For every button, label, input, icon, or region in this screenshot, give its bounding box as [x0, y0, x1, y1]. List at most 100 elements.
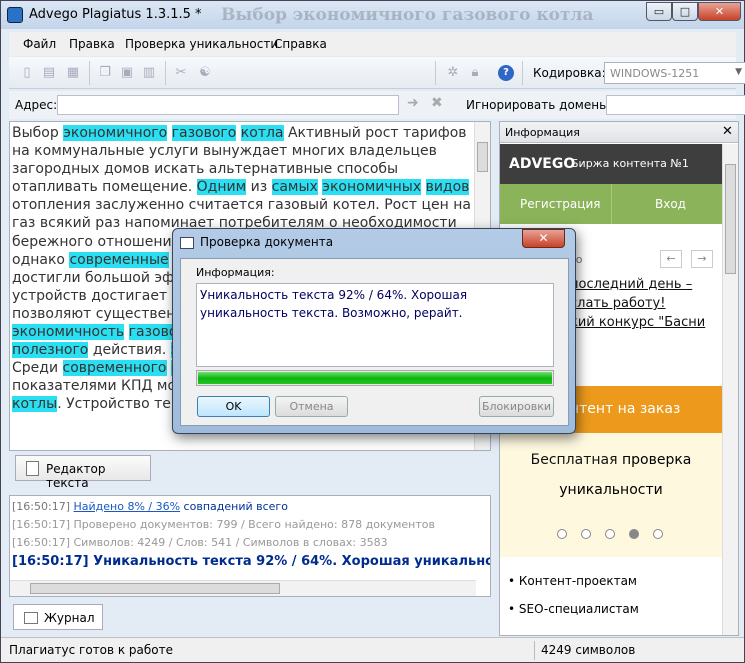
ignore-domains-label: Игнорировать домены: — [466, 98, 613, 112]
import-icon[interactable]: ▦ — [65, 65, 81, 81]
menu-check[interactable]: Проверка уникальности — [125, 37, 278, 51]
maximize-button[interactable]: □ — [672, 2, 698, 21]
log-line: [16:50:17] Уникальность текста 92% / 64%… — [12, 554, 490, 569]
prev-arrow-icon[interactable]: ← — [660, 250, 682, 268]
status-bar: Плагиатус готов к работе 4249 символов — [1, 637, 744, 662]
log-text: Проверено документов: 799 / Всего найден… — [73, 518, 435, 531]
info-vscrollbar[interactable] — [722, 144, 738, 635]
document-icon — [26, 461, 39, 476]
highlighted-word: газового — [171, 125, 237, 141]
ok-button[interactable]: OK — [197, 396, 270, 417]
check-dialog: Проверка документа ✕ Информация: Уникаль… — [172, 228, 576, 434]
bullet-item[interactable]: • Контент-проектам — [508, 574, 637, 588]
advego-tagline: Биржа контента №1 — [571, 157, 689, 170]
info-close-icon[interactable]: ✕ — [722, 124, 733, 139]
advego-banner[interactable]: ADVEGO Биржа контента №1 — [500, 144, 722, 184]
status-text: Плагиатус готов к работе — [9, 643, 174, 657]
menu-help[interactable]: Справка — [274, 37, 327, 51]
char-count: 4249 символов — [541, 643, 636, 657]
toolbar-separator — [89, 61, 90, 85]
carousel-dot-active[interactable] — [629, 529, 639, 539]
next-arrow-icon[interactable]: → — [691, 250, 713, 268]
new-file-icon[interactable]: ▯ — [19, 65, 35, 81]
cancel-button[interactable]: Отмена — [275, 396, 348, 417]
help-icon[interactable]: ? — [498, 65, 514, 81]
carousel-dot[interactable] — [653, 529, 663, 539]
address-label: Адрес: — [15, 98, 58, 112]
bullet-item[interactable]: • SEO-специалистам — [508, 602, 639, 616]
minimize-button[interactable]: ▭ — [646, 2, 672, 21]
scroll-thumb[interactable] — [477, 142, 488, 172]
bullet-label: SEO-специалистам — [518, 602, 639, 616]
login-link[interactable]: Вход — [655, 197, 686, 211]
scroll-thumb[interactable] — [30, 583, 280, 594]
copy-icon[interactable]: ❐ — [97, 65, 113, 81]
log-text: Символов: 4249 / Слов: 541 / Символов в … — [73, 536, 388, 549]
log-timestamp: [16:50:17] — [12, 536, 70, 549]
carousel-dot[interactable] — [605, 529, 615, 539]
news-link[interactable]: последний день – — [570, 277, 692, 292]
close-button[interactable]: ✕ — [698, 2, 741, 21]
text-segment: Выбор — [12, 125, 64, 141]
progress-fill — [198, 372, 552, 384]
paste-plain-icon[interactable]: ▥ — [141, 65, 157, 81]
tab-log[interactable]: Журнал — [13, 604, 103, 630]
highlighted-word: экономичных — [322, 179, 422, 196]
toolbar-separator — [522, 61, 523, 85]
dialog-body: Информация: Уникальность текста 92% / 64… — [180, 258, 569, 426]
register-link[interactable]: Регистрация — [520, 197, 600, 211]
check-title: Бесплатная проверка — [500, 445, 722, 475]
carousel-dot[interactable] — [581, 529, 591, 539]
dialog-info-label: Информация: — [196, 266, 275, 279]
menu-file[interactable]: Файл — [23, 37, 56, 51]
dialog-message[interactable]: Уникальность текста 92% / 64%. Хорошая у… — [196, 283, 554, 367]
log-line: [16:50:17] Проверено документов: 799 / В… — [12, 518, 435, 531]
text-segment — [421, 179, 425, 195]
check-title-word: проверка — [621, 452, 692, 468]
log-panel[interactable]: [16:50:17] Найдено 8% / 36% совпадений в… — [9, 495, 491, 597]
clear-icon[interactable]: ✖ — [431, 95, 443, 111]
text-segment: действия. — [88, 342, 171, 359]
toolbar-separator — [165, 61, 166, 85]
news-link[interactable]: слать работу! — [570, 296, 665, 311]
scroll-thumb[interactable] — [725, 164, 736, 274]
toolbar-separator — [435, 61, 436, 85]
dialog-icon — [180, 237, 194, 249]
title-bar: Advego Plagiatus 1.3.1.5 * Выбор экономи… — [1, 1, 744, 29]
log-line: [16:50:17] Символов: 4249 / Слов: 541 / … — [12, 536, 388, 549]
highlighted-word: современные — [69, 251, 169, 268]
toolbar: ▯ ▤ ▦ ❐ ▣ ▥ ✂ ☯ ✲ 🔒︎ ? Кодировка: WINDOW… — [9, 57, 745, 89]
go-arrow-icon[interactable]: ➜ — [407, 95, 419, 111]
yin-yang-icon[interactable]: ☯ — [197, 65, 213, 81]
paste-icon[interactable]: ▣ — [119, 65, 135, 81]
menu-edit[interactable]: Правка — [69, 37, 115, 51]
bullet-label: Контент-проектам — [518, 574, 637, 588]
ignore-domains-input[interactable] — [606, 95, 745, 115]
log-link[interactable]: Найдено 8% / 36% — [74, 500, 181, 513]
log-icon — [24, 612, 38, 624]
tab-log-label: Журнал — [44, 611, 95, 625]
address-input[interactable] — [57, 95, 399, 115]
html-import-icon[interactable]: ▤ — [41, 65, 57, 81]
dialog-close-button[interactable]: ✕ — [522, 229, 565, 248]
highlighted-word: котлы — [12, 396, 58, 413]
clean-icon[interactable]: ✂ — [173, 65, 189, 81]
log-hscrollbar[interactable] — [10, 580, 476, 596]
ghost-title: Выбор экономичного газового котла — [221, 5, 594, 25]
carousel-dots — [557, 528, 677, 542]
settings-icon[interactable]: ✲ — [445, 65, 461, 81]
carousel-dot[interactable] — [557, 529, 567, 539]
highlighted-word: экономичного — [63, 125, 168, 141]
highlighted-word: видов — [425, 179, 470, 196]
lock-icon[interactable]: 🔒︎ — [467, 65, 483, 81]
divider — [611, 184, 612, 224]
block-button[interactable]: Блокировки — [479, 396, 554, 417]
advego-logo: ADVEGO — [509, 156, 576, 172]
tab-editor[interactable]: Редактор текста — [15, 455, 151, 490]
info-header: Информация ✕ — [500, 122, 738, 143]
news-link[interactable]: кий конкурс "Басни — [570, 315, 705, 330]
text-segment — [167, 125, 171, 141]
encoding-select[interactable]: WINDOWS-1251 ▼ — [604, 62, 745, 84]
encoding-label: Кодировка: — [533, 66, 606, 80]
log-timestamp: [16:50:17] — [12, 500, 70, 513]
